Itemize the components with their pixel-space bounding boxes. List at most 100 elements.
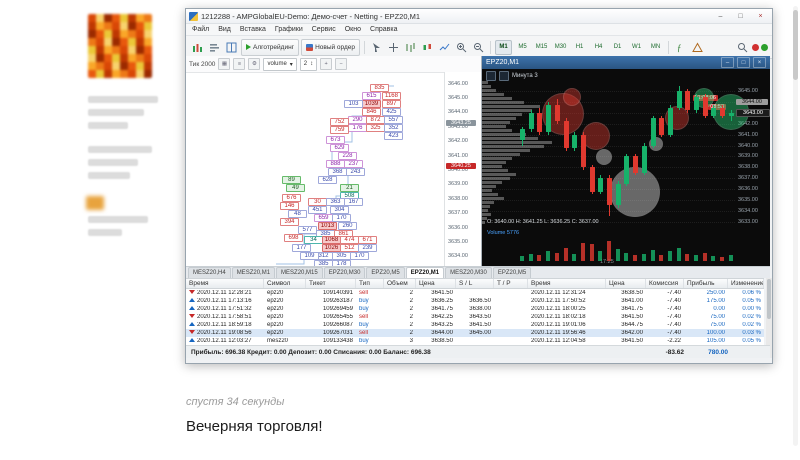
cell-время: 2020.12.11 12:31:24	[531, 290, 586, 296]
column-header-1[interactable]: Символ	[264, 279, 306, 288]
maximize-button[interactable]: □	[732, 11, 749, 22]
column-header-11[interactable]: Прибыль	[684, 279, 728, 288]
avatar-pixel	[104, 38, 112, 46]
chart-minimize-button[interactable]: –	[721, 57, 734, 68]
search-icon[interactable]	[735, 40, 750, 55]
algo-trading-button[interactable]: Алготрейдинг	[241, 38, 300, 56]
table-row[interactable]: 2020.12.11 17:58:51 epz20 109265455 sell 2 36…	[186, 313, 764, 321]
candle-plot[interactable]: Минута 3 21:08:06 08:53 O: 3640.00 H: 36…	[482, 69, 770, 266]
grid-icon[interactable]: ▦	[218, 58, 231, 70]
bar-chart-icon[interactable]	[403, 40, 418, 55]
page-scrollbar[interactable]	[793, 6, 798, 446]
timeframe-m30[interactable]: M30	[552, 40, 569, 55]
chart-profile-icon[interactable]	[207, 40, 222, 55]
chart-tab-2[interactable]: MESZ20,M15	[276, 267, 323, 278]
menu-item-6[interactable]: Справка	[370, 26, 397, 33]
zoom-out-icon[interactable]	[471, 40, 486, 55]
column-header-12[interactable]: Изменение	[728, 279, 764, 288]
cell-изменение: 0.05 %	[742, 338, 761, 344]
cluster-cell: 34	[304, 236, 323, 244]
chart-tool-icon[interactable]	[499, 71, 509, 81]
menu-item-4[interactable]: Сервис	[312, 26, 336, 33]
cluster-chart-panel[interactable]: Тик 2000 ▦ ≡ ⚙ volume ▾ 2 ↕ + − 835 1168 8…	[186, 56, 482, 266]
table-row[interactable]: 2020.12.11 12:03:27 mesz20 109133438 buy 3 36…	[186, 337, 764, 345]
column-header-7[interactable]: T / P	[494, 279, 528, 288]
cell-время: 2020.12.11 12:03:27	[186, 338, 264, 344]
cell-символ: epz20	[267, 314, 284, 320]
new-order-button[interactable]: Новый ордер	[301, 38, 361, 56]
cell-комиссия: -7.40	[667, 330, 681, 336]
cluster-plot[interactable]: 835 1168 897 425 615 1039 846 103 290 176 872 325 55…	[186, 72, 445, 266]
objects-icon[interactable]	[690, 40, 705, 55]
table-scrollbar-thumb[interactable]	[767, 279, 771, 319]
candle-chart-icon[interactable]	[420, 40, 435, 55]
menu-item-3[interactable]: Графики	[275, 26, 303, 33]
table-row[interactable]: 2020.12.11 17:51:32 epz20 109269459 buy 2 364…	[186, 305, 764, 313]
price-tick: 3636.00	[738, 185, 758, 192]
terminal-window: 1212288 - AMPGlobalEU-Demo: Демо-счет - …	[185, 8, 773, 364]
minus-icon[interactable]: −	[335, 58, 348, 70]
timeframe-h4[interactable]: H4	[590, 40, 607, 55]
minimize-button[interactable]: –	[712, 11, 729, 22]
avatar-pixel	[112, 70, 120, 78]
column-header-6[interactable]: S / L	[456, 279, 494, 288]
timeframe-d1[interactable]: D1	[609, 40, 626, 55]
chart-tab-6[interactable]: MESZ20,M30	[445, 267, 492, 278]
cluster-cell: 30	[308, 198, 327, 206]
redacted-text-line	[88, 159, 138, 166]
column-header-0[interactable]: Время	[186, 279, 264, 288]
column-header-10[interactable]: Комиссия	[646, 279, 684, 288]
table-row[interactable]: 2020.12.11 18:59:18 epz20 109266087 buy 2 364…	[186, 321, 764, 329]
timeframe-m15[interactable]: M15	[533, 40, 550, 55]
column-header-3[interactable]: Тип	[356, 279, 384, 288]
timeframe-m5[interactable]: M5	[514, 40, 531, 55]
chart-tool-icon[interactable]	[486, 71, 496, 81]
chart-tab-3[interactable]: EPZ20,M30	[323, 267, 366, 278]
candle-body	[641, 145, 647, 173]
layers-icon[interactable]: ≡	[233, 58, 246, 70]
chart-window-header[interactable]: EPZ20,M1 – □ ×	[482, 56, 770, 69]
timeframe-mn[interactable]: MN	[647, 40, 664, 55]
chart-restore-button[interactable]: □	[737, 57, 750, 68]
menu-item-0[interactable]: Файл	[192, 26, 209, 33]
line-chart-icon[interactable]	[437, 40, 452, 55]
table-row[interactable]: 2020.12.11 19:08:56 epz20 109267031 sell 2 36…	[186, 329, 764, 337]
cluster-cell: 305	[332, 252, 351, 260]
column-header-8[interactable]: Время	[528, 279, 606, 288]
cell-цена: 3641.00	[621, 298, 643, 304]
timeframe-h1[interactable]: H1	[571, 40, 588, 55]
column-header-9[interactable]: Цена	[606, 279, 646, 288]
chart-tab-5[interactable]: EPZ20,M1	[405, 267, 445, 278]
indicators-icon[interactable]: ƒ	[673, 40, 688, 55]
table-row[interactable]: 2020.12.11 17:13:16 epz20 109263187 buy 2 363…	[186, 297, 764, 305]
timeframe-m1[interactable]: M1	[495, 39, 513, 55]
chart-tab-1[interactable]: MESZ20,M1	[231, 267, 276, 278]
menu-item-2[interactable]: Вставка	[240, 26, 266, 33]
chart-close-button[interactable]: ×	[753, 57, 766, 68]
cluster-mode-dropdown[interactable]: volume ▾	[263, 57, 297, 71]
timeframe-w1[interactable]: W1	[628, 40, 645, 55]
chart-tab-7[interactable]: EPZ20,M5	[492, 267, 532, 278]
avatar-pixel	[144, 14, 152, 22]
close-button[interactable]: ×	[752, 11, 769, 22]
chart-tab-0[interactable]: MESZ20,H4	[188, 267, 231, 278]
column-header-2[interactable]: Тикет	[306, 279, 356, 288]
cluster-scale-stepper[interactable]: 2 ↕	[299, 57, 318, 71]
column-header-4[interactable]: Объем	[384, 279, 416, 288]
new-chart-icon[interactable]	[190, 40, 205, 55]
chart-tab-4[interactable]: EPZ20,M5	[366, 267, 405, 278]
menu-item-1[interactable]: Вид	[218, 26, 231, 33]
column-header-5[interactable]: Цена	[416, 279, 456, 288]
zoom-in-icon[interactable]	[454, 40, 469, 55]
redacted-badge	[86, 196, 104, 210]
avatar-pixel	[136, 46, 144, 54]
candle-chart-panel[interactable]: EPZ20,M1 – □ × Минута 3 21:08:06 08:53 O…	[482, 56, 770, 266]
plus-icon[interactable]: +	[320, 58, 333, 70]
cursor-icon[interactable]	[369, 40, 384, 55]
settings-icon[interactable]: ⚙	[248, 58, 261, 70]
menu-item-5[interactable]: Окно	[345, 26, 361, 33]
window-layout-icon[interactable]	[224, 40, 239, 55]
page-scrollbar-thumb[interactable]	[793, 10, 798, 80]
crosshair-icon[interactable]	[386, 40, 401, 55]
table-row[interactable]: 2020.12.11 12:28:21 epz20 109140391 sell 2 36…	[186, 289, 764, 297]
